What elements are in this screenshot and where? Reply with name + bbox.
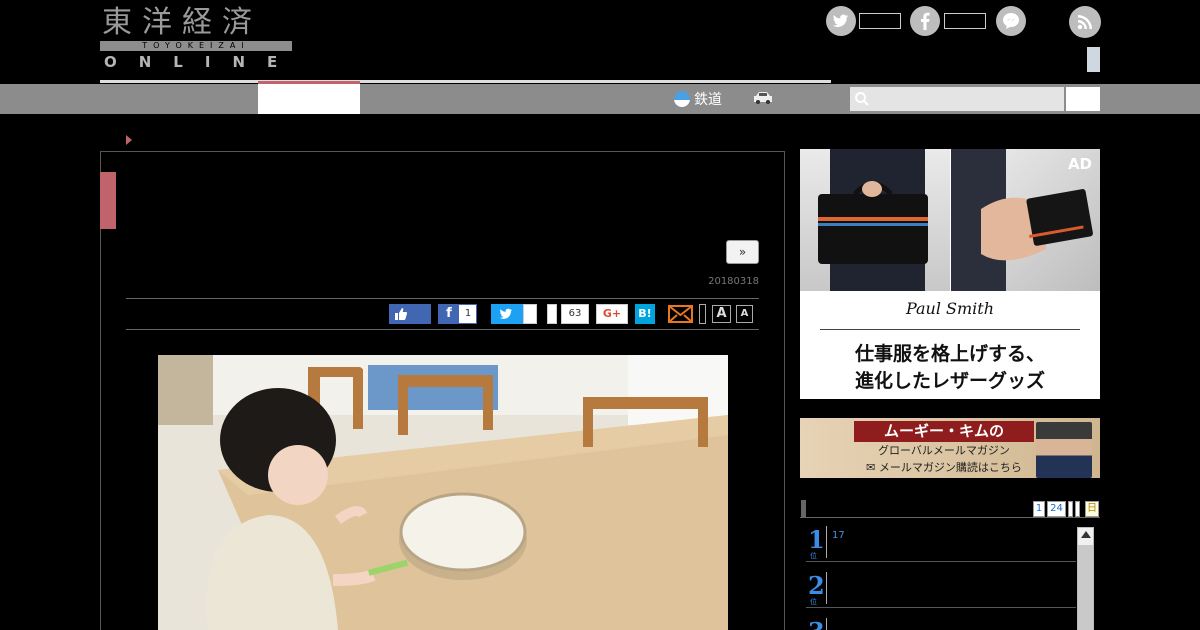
ranking-item[interactable]: 2 位 bbox=[806, 568, 1076, 608]
ranking-separator bbox=[826, 618, 827, 630]
share-divider-top bbox=[126, 298, 759, 299]
twitter-share-button[interactable] bbox=[491, 304, 523, 324]
twitter-follow-count bbox=[859, 13, 901, 29]
ranking-text: 17 bbox=[832, 530, 845, 541]
ad-copy-line1: 仕事服を格上げする、 bbox=[854, 343, 1045, 365]
facebook-f-icon: f bbox=[439, 305, 459, 323]
sidebar-banner-newsletter[interactable]: ムーギー・キムの グローバルメールマガジン ✉ メールマガジン購読はこちら bbox=[800, 418, 1100, 478]
facebook-share-button[interactable]: f 1 bbox=[438, 304, 477, 324]
banner-portrait bbox=[1036, 422, 1092, 478]
facebook-icon[interactable] bbox=[910, 6, 940, 36]
search-icon bbox=[855, 92, 869, 106]
article-photo bbox=[158, 355, 728, 630]
ranking-item[interactable]: 1 位 17 bbox=[806, 522, 1076, 562]
ranking-header-mark bbox=[801, 500, 806, 517]
ranking-tab-1[interactable]: 1 bbox=[1033, 501, 1045, 517]
twitter-share-count bbox=[523, 304, 537, 324]
ranking-scroll-thumb[interactable] bbox=[1078, 545, 1093, 630]
header-side-tab[interactable] bbox=[1087, 47, 1100, 72]
logo-kanji: 東洋経済 bbox=[102, 5, 262, 40]
search-button[interactable] bbox=[1066, 87, 1100, 111]
ad-divider bbox=[820, 329, 1080, 330]
hatena-bookmark-button[interactable]: B! bbox=[635, 304, 655, 324]
banner-title: ムーギー・キムの bbox=[854, 421, 1034, 442]
print-button[interactable] bbox=[699, 304, 706, 324]
article-date: 20180318 bbox=[708, 276, 759, 287]
header-divider bbox=[100, 80, 831, 83]
ranking-rank-suffix: 位 bbox=[810, 598, 817, 606]
ranking-number: 1 bbox=[808, 525, 825, 554]
ranking-number: 2 bbox=[808, 571, 825, 600]
nav-tab-active[interactable] bbox=[258, 81, 360, 114]
next-page-button[interactable]: » bbox=[726, 240, 759, 264]
rss-icon[interactable] bbox=[1069, 6, 1101, 38]
twitter-icon[interactable] bbox=[826, 6, 856, 36]
messenger-icon[interactable] bbox=[996, 6, 1026, 36]
thumbs-up-icon bbox=[395, 308, 408, 320]
logo-online: ONLINE bbox=[104, 53, 300, 71]
title-accent-bar bbox=[100, 172, 116, 229]
font-size-small-button[interactable]: A bbox=[736, 305, 753, 323]
ranking-rank-suffix: 位 bbox=[810, 552, 817, 560]
ranking-tab-3[interactable] bbox=[1068, 501, 1073, 517]
bookmark-count-tab bbox=[547, 304, 557, 324]
banner-subtitle: グローバルメールマガジン bbox=[878, 444, 1010, 457]
google-plus-button[interactable]: G+ bbox=[596, 304, 628, 324]
nav-item-tetsudo[interactable]: 鉄道 bbox=[674, 88, 722, 110]
ranking-tab-5[interactable]: 日 bbox=[1085, 501, 1099, 517]
ad-badge: AD bbox=[1067, 155, 1092, 173]
share-divider-bottom bbox=[126, 329, 759, 330]
ranking-item[interactable]: 3 位 bbox=[806, 614, 1076, 630]
scroll-up-icon[interactable] bbox=[1081, 531, 1091, 538]
nav-item-tetsudo-label: 鉄道 bbox=[694, 92, 722, 108]
ranking-separator bbox=[826, 572, 827, 604]
banner-cta: ✉ メールマガジン購読はこちら bbox=[866, 461, 1022, 474]
font-size-large-button[interactable]: A bbox=[712, 305, 731, 323]
ranking-tab-24[interactable]: 24 bbox=[1047, 501, 1066, 517]
twitter-bird-icon bbox=[499, 308, 513, 319]
site-logo[interactable]: 東洋経済 TOYOKEIZAI ONLINE bbox=[100, 5, 295, 71]
logo-roman: TOYOKEIZAI bbox=[142, 41, 250, 50]
facebook-like-count bbox=[944, 13, 986, 29]
car-icon[interactable] bbox=[752, 91, 774, 105]
facebook-share-count: 1 bbox=[464, 308, 472, 319]
sidebar-ad-paul-smith[interactable]: AD Paul Smith 仕事服を格上げする、 進化したレザーグッズ bbox=[800, 149, 1100, 399]
train-icon bbox=[674, 91, 690, 107]
facebook-like-button[interactable] bbox=[389, 304, 431, 324]
hatena-bookmark-count: 63 bbox=[561, 304, 589, 324]
ranking-header-divider bbox=[800, 517, 1100, 518]
ranking-number: 3 bbox=[808, 620, 826, 630]
mail-icon[interactable] bbox=[668, 304, 693, 324]
ad-brand: Paul Smith bbox=[905, 299, 995, 318]
ad-copy-line2: 進化したレザーグッズ bbox=[854, 370, 1045, 392]
ranking-list: 1 位 17 2 位 3 位 bbox=[806, 522, 1076, 630]
ranking-separator bbox=[826, 526, 827, 558]
ranking-tab-4[interactable] bbox=[1075, 501, 1080, 517]
breadcrumb-arrow-icon bbox=[126, 135, 132, 145]
search-input[interactable] bbox=[850, 87, 1064, 111]
ad-photo-briefcase bbox=[800, 149, 950, 291]
